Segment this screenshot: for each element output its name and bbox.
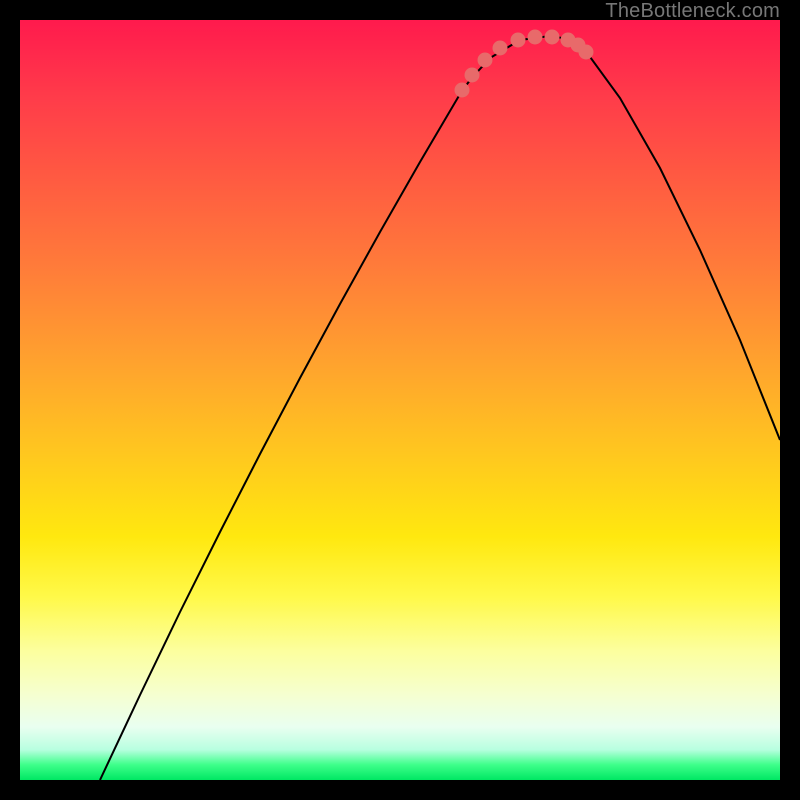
bottleneck-curve-path: [100, 36, 780, 780]
highlight-marker: [465, 68, 480, 83]
curve-layer: [20, 20, 780, 780]
plot-area: [20, 20, 780, 780]
chart-frame: TheBottleneck.com: [0, 0, 800, 800]
highlight-markers: [455, 30, 594, 98]
highlight-marker: [528, 30, 543, 45]
highlight-marker: [493, 41, 508, 56]
highlight-marker: [579, 45, 594, 60]
highlight-marker: [478, 53, 493, 68]
highlight-marker: [455, 83, 470, 98]
highlight-marker: [545, 30, 560, 45]
highlight-marker: [511, 33, 526, 48]
